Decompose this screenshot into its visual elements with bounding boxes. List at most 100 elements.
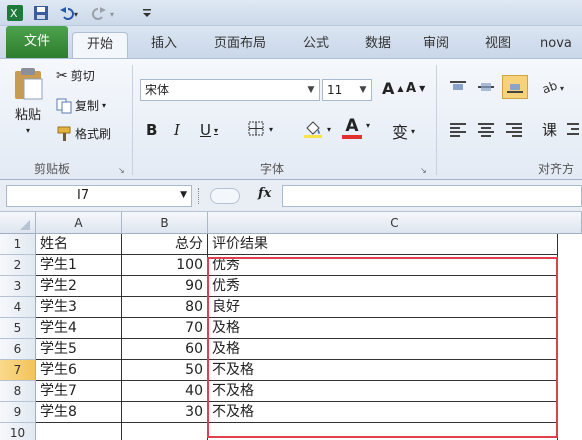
row-header[interactable]: 1 bbox=[0, 234, 36, 255]
ribbon-home: 粘贴 ▾ ✂ 剪切 复制 ▾ 格式刷 剪贴板 ↘ 宋体 ▼ 11 ▼ A ▲ A ▼… bbox=[0, 58, 582, 180]
cell-b[interactable]: 50 bbox=[122, 360, 208, 381]
format-painter-button[interactable]: 格式刷 bbox=[56, 125, 111, 142]
select-all-corner[interactable] bbox=[0, 212, 36, 234]
row-header[interactable]: 3 bbox=[0, 276, 36, 297]
font-launcher-icon[interactable]: ↘ bbox=[420, 166, 427, 175]
tab-view[interactable]: 视图 bbox=[474, 32, 522, 58]
font-color-icon: A bbox=[345, 116, 359, 136]
tab-home[interactable]: 开始 bbox=[72, 32, 128, 58]
orientation-button[interactable]: ab ▾ bbox=[540, 79, 568, 95]
tab-review[interactable]: 审阅 bbox=[412, 32, 460, 58]
row-header[interactable]: 7 bbox=[0, 360, 36, 381]
row-header[interactable]: 6 bbox=[0, 339, 36, 360]
undo-icon[interactable]: ▾ bbox=[56, 4, 82, 22]
align-center-icon bbox=[478, 123, 494, 137]
cell-a[interactable]: 学生2 bbox=[36, 276, 122, 297]
column-header-b[interactable]: B bbox=[122, 212, 208, 234]
wrap-text-button[interactable]: 课 bbox=[542, 119, 557, 140]
font-color-dropdown-icon[interactable]: ▾ bbox=[366, 121, 370, 130]
align-center-button[interactable] bbox=[476, 121, 496, 137]
cell-b[interactable]: 80 bbox=[122, 297, 208, 318]
tab-data[interactable]: 数据 bbox=[354, 32, 402, 58]
spreadsheet-grid[interactable]: A B C 1 姓名 总分 评价结果 2 学生1 100 优秀 3 学生2 90 优秀 4 学生3 80 良好… bbox=[0, 212, 582, 440]
phonetic-icon: 变 bbox=[392, 123, 409, 142]
format-painter-label: 格式刷 bbox=[75, 127, 112, 141]
font-color-button[interactable]: A bbox=[342, 117, 362, 139]
paste-button[interactable]: 粘贴 ▾ bbox=[8, 67, 48, 143]
italic-button[interactable]: I bbox=[174, 121, 180, 139]
save-icon[interactable] bbox=[32, 4, 50, 22]
formula-bar: I7 ▼ fx bbox=[0, 180, 582, 212]
cell-a[interactable]: 学生6 bbox=[36, 360, 122, 381]
cell-b[interactable]: 90 bbox=[122, 276, 208, 297]
italic-icon: I bbox=[174, 121, 180, 139]
cell-c[interactable]: 评价结果 bbox=[208, 234, 558, 255]
column-header-c[interactable]: C bbox=[208, 212, 582, 234]
align-bottom-button[interactable] bbox=[502, 75, 528, 99]
fill-bucket-icon bbox=[304, 121, 322, 138]
row-header[interactable]: 2 bbox=[0, 255, 36, 276]
cell-a[interactable] bbox=[36, 423, 122, 440]
row-header[interactable]: 4 bbox=[0, 297, 36, 318]
font-name-select[interactable]: 宋体 ▼ bbox=[140, 79, 320, 101]
underline-button[interactable]: U ▾ bbox=[200, 121, 218, 139]
font-size-value: 11 bbox=[327, 83, 343, 97]
column-header-a[interactable]: A bbox=[36, 212, 122, 234]
cell-a[interactable]: 学生1 bbox=[36, 255, 122, 276]
align-left-button[interactable] bbox=[448, 121, 468, 137]
cell-b[interactable]: 100 bbox=[122, 255, 208, 276]
tab-insert[interactable]: 插入 bbox=[140, 32, 188, 58]
borders-icon bbox=[248, 121, 264, 136]
tab-formulas[interactable]: 公式 bbox=[292, 32, 340, 58]
format-painter-icon bbox=[57, 126, 71, 141]
tab-file[interactable]: 文件 bbox=[6, 26, 68, 58]
insert-function-button[interactable]: fx bbox=[258, 186, 271, 201]
indent-button[interactable] bbox=[566, 121, 580, 137]
fill-color-button[interactable]: ▾ bbox=[302, 119, 331, 139]
bold-button[interactable]: B bbox=[146, 121, 157, 139]
cell-b[interactable]: 60 bbox=[122, 339, 208, 360]
cell-b[interactable]: 30 bbox=[122, 402, 208, 423]
indent-icon bbox=[567, 123, 579, 135]
svg-text:▾: ▾ bbox=[74, 10, 78, 19]
row-header[interactable]: 9 bbox=[0, 402, 36, 423]
svg-text:▾: ▾ bbox=[560, 84, 564, 93]
row-header[interactable]: 10 bbox=[0, 423, 36, 440]
clipboard-launcher-icon[interactable]: ↘ bbox=[118, 166, 125, 175]
row-header[interactable]: 8 bbox=[0, 381, 36, 402]
cell-a[interactable]: 学生4 bbox=[36, 318, 122, 339]
row-header[interactable]: 5 bbox=[0, 318, 36, 339]
tab-page-layout[interactable]: 页面布局 bbox=[200, 32, 280, 58]
ribbon-tabs: 文件 开始 插入 页面布局 公式 数据 审阅 视图 nova bbox=[0, 26, 582, 58]
formula-input[interactable] bbox=[282, 185, 582, 207]
customize-toolbar-icon[interactable] bbox=[140, 4, 154, 22]
align-middle-button[interactable] bbox=[476, 79, 496, 95]
cell-a[interactable]: 学生8 bbox=[36, 402, 122, 423]
cut-button[interactable]: ✂ 剪切 bbox=[56, 67, 95, 84]
text-orientation-icon: ab ▾ bbox=[540, 79, 564, 95]
cell-b[interactable]: 70 bbox=[122, 318, 208, 339]
align-right-button[interactable] bbox=[504, 121, 524, 137]
name-box[interactable]: I7 ▼ bbox=[6, 185, 192, 207]
align-top-button[interactable] bbox=[448, 79, 468, 95]
tab-extra[interactable]: nova bbox=[540, 32, 582, 58]
cell-b[interactable] bbox=[122, 423, 208, 440]
cancel-entry-icon[interactable] bbox=[210, 188, 240, 204]
shrink-font-button[interactable]: A ▼ bbox=[406, 81, 425, 96]
redo-icon[interactable]: ▾ bbox=[92, 4, 118, 22]
bold-icon: B bbox=[146, 121, 158, 139]
copy-button[interactable]: 复制 ▾ bbox=[56, 97, 106, 114]
cell-a[interactable]: 姓名 bbox=[36, 234, 122, 255]
borders-button[interactable]: ▾ bbox=[248, 121, 273, 137]
font-size-select[interactable]: 11 ▼ bbox=[322, 79, 372, 101]
cell-b[interactable]: 40 bbox=[122, 381, 208, 402]
cell-b[interactable]: 总分 bbox=[122, 234, 208, 255]
cell-a[interactable]: 学生3 bbox=[36, 297, 122, 318]
phonetic-button[interactable]: 变 ▾ bbox=[392, 119, 415, 143]
grow-font-button[interactable]: A ▲ bbox=[382, 79, 404, 98]
cell-a[interactable]: 学生5 bbox=[36, 339, 122, 360]
excel-app-icon[interactable]: X bbox=[6, 4, 24, 22]
font-color-bar bbox=[342, 135, 362, 139]
svg-text:ab: ab bbox=[540, 79, 559, 95]
cell-a[interactable]: 学生7 bbox=[36, 381, 122, 402]
